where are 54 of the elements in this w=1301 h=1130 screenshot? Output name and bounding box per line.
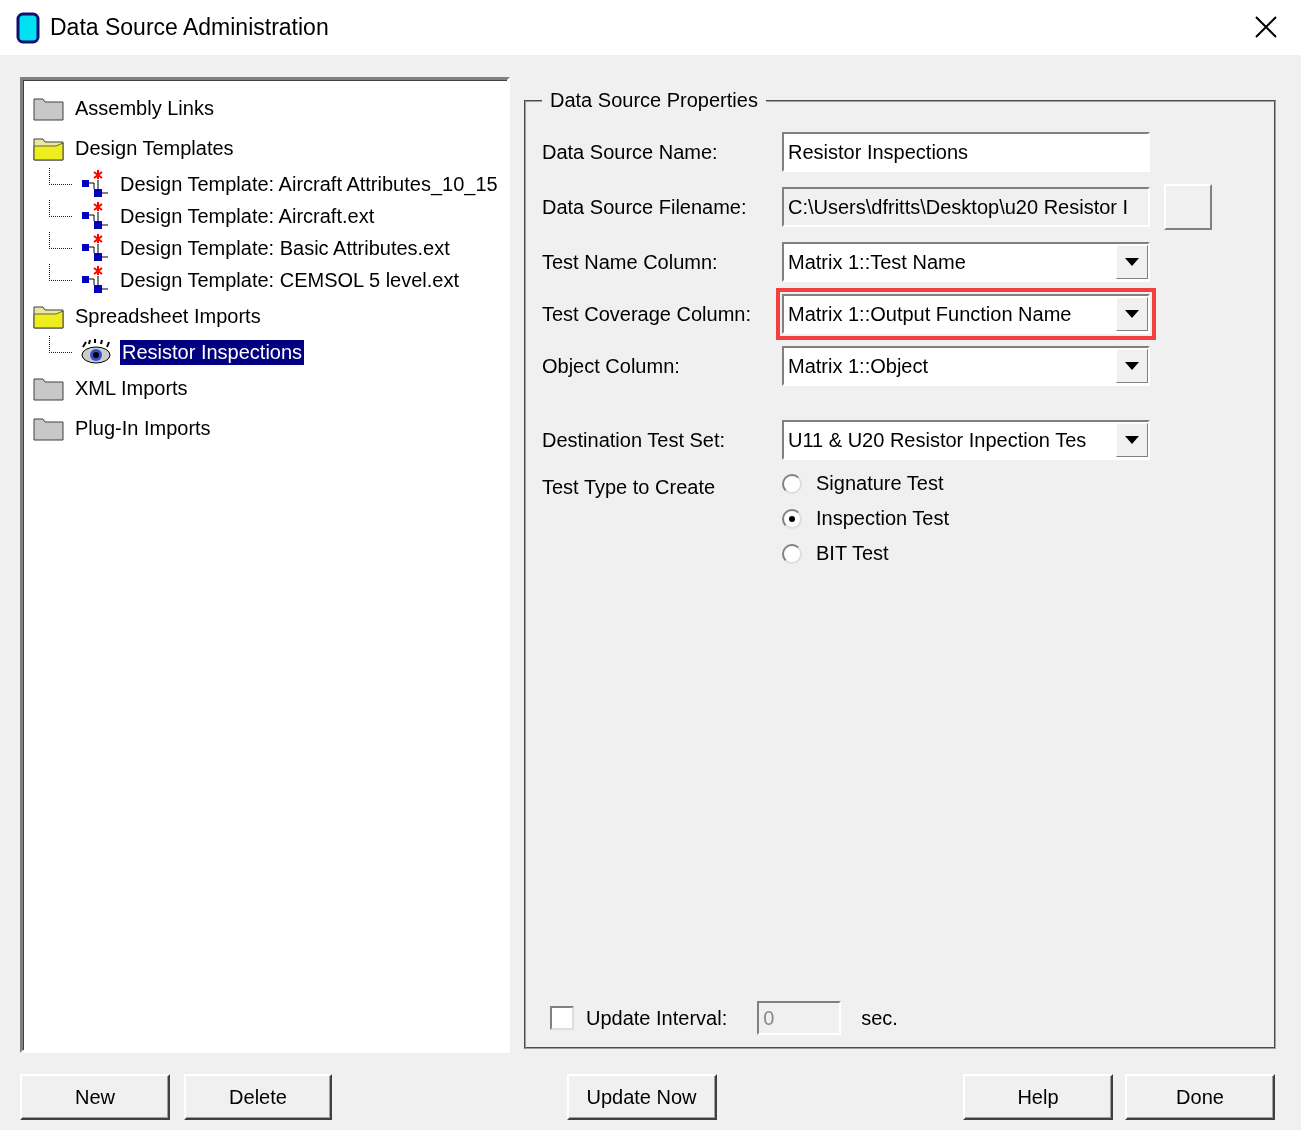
tree-item[interactable]: Design Template: CEMSOL 5 level.ext: [118, 267, 462, 293]
dropdown[interactable]: Matrix 1::Output Function Name: [782, 294, 1150, 334]
tree-item[interactable]: Design Template: Basic Attributes.ext: [118, 235, 452, 261]
radio-label: Signature Test: [816, 472, 944, 495]
node-link-icon: [80, 264, 110, 296]
radio-button[interactable]: [782, 543, 802, 564]
dropdown[interactable]: Matrix 1::Test Name: [782, 242, 1150, 282]
dropdown[interactable]: U11 & U20 Resistor Inpection Tes: [782, 420, 1150, 460]
field-label: Update Interval:: [586, 1006, 728, 1030]
caret-icon: [1125, 436, 1139, 444]
tree-item[interactable]: Assembly Links: [73, 95, 216, 121]
field-label: Test Name Column:: [542, 250, 719, 274]
field-label: Data Source Name:: [542, 140, 719, 164]
tree-item[interactable]: Design Template: Aircraft Attributes_10_15: [118, 171, 500, 197]
tree-item[interactable]: Design Templates: [73, 135, 236, 161]
tree-item[interactable]: Spreadsheet Imports: [73, 303, 263, 329]
field-label: Test Coverage Column:: [542, 302, 752, 326]
field-label: Destination Test Set:: [542, 428, 727, 452]
tree-item[interactable]: Design Template: Aircraft.ext: [118, 203, 377, 229]
tree-item[interactable]: XML Imports: [73, 375, 190, 401]
caret-icon: [1125, 258, 1139, 266]
caret-icon: [1125, 362, 1139, 370]
field-label: Test Type to Create: [542, 476, 717, 499]
browse-button[interactable]: [1164, 184, 1212, 230]
dropdown[interactable]: Matrix 1::Object: [782, 346, 1150, 386]
button[interactable]: Delete: [184, 1074, 332, 1120]
dropdown-button[interactable]: [1116, 349, 1148, 383]
input-field[interactable]: C:\Users\dfritts\Desktop\u20 Resistor I: [782, 187, 1150, 227]
dropdown-button[interactable]: [1116, 245, 1148, 279]
eye-icon: [80, 339, 112, 365]
unit-label: sec.: [861, 1006, 898, 1030]
button[interactable]: Done: [1125, 1074, 1275, 1120]
field-label: Object Column:: [542, 354, 681, 378]
radio-button[interactable]: [782, 473, 802, 494]
caret-icon: [1125, 310, 1139, 318]
window-title: Data Source Administration: [50, 14, 330, 41]
dropdown-button[interactable]: [1116, 423, 1148, 457]
button[interactable]: Help: [963, 1074, 1113, 1120]
tree-item[interactable]: Plug-In Imports: [73, 415, 213, 441]
tree-item[interactable]: Resistor Inspections: [120, 339, 305, 365]
node-link-icon: [80, 168, 110, 200]
node-link-icon: [80, 200, 110, 232]
radio-button[interactable]: [782, 508, 802, 529]
node-link-icon: [80, 232, 110, 264]
field-label: Data Source Filename:: [542, 195, 748, 219]
input-field[interactable]: Resistor Inspections: [782, 132, 1150, 172]
radio-label: Inspection Test: [816, 507, 950, 530]
radio-label: BIT Test: [816, 542, 889, 565]
button[interactable]: Update Now: [566, 1074, 717, 1120]
dropdown-button[interactable]: [1116, 297, 1148, 331]
group-title: Data Source Properties: [549, 89, 759, 112]
database-icon: [16, 11, 40, 44]
button[interactable]: New: [20, 1074, 170, 1120]
close-icon: [1255, 15, 1277, 38]
